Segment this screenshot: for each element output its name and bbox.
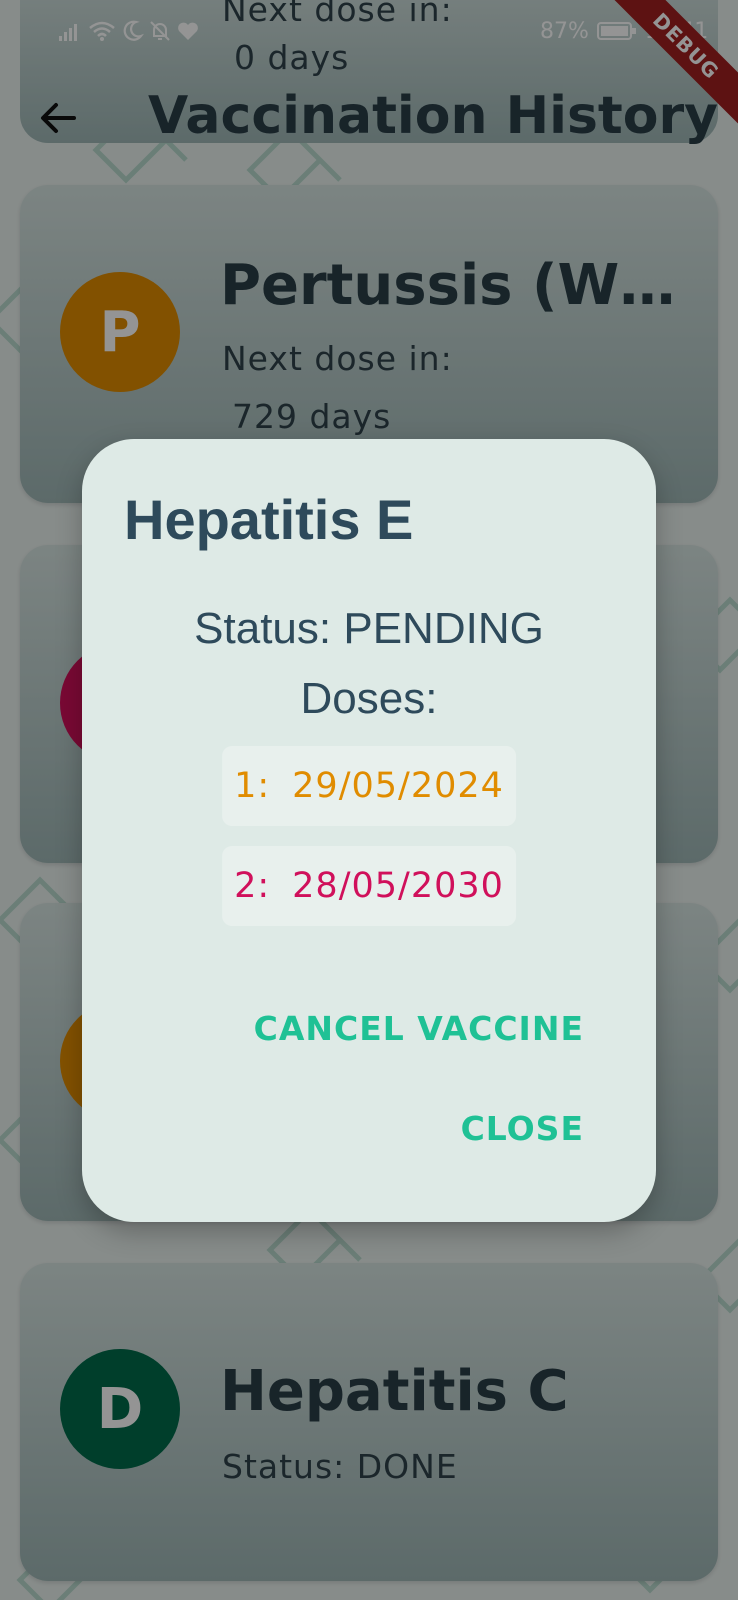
- vaccine-detail-dialog: Hepatitis E Status: PENDING Doses: 1: 29…: [82, 439, 656, 1222]
- dose-row: 1: 29/05/2024: [222, 746, 516, 826]
- cancel-vaccine-button[interactable]: CANCEL VACCINE: [254, 1009, 584, 1048]
- doses-label: Doses:: [300, 674, 438, 723]
- dose-date: 29/05/2024: [292, 766, 504, 806]
- dose-date: 28/05/2030: [292, 866, 504, 906]
- dose-number: 2:: [234, 866, 271, 906]
- dialog-status: Status: PENDING: [194, 604, 544, 653]
- screen: Next dose in: 0 days Vaccination History…: [0, 0, 738, 1600]
- close-button[interactable]: CLOSE: [461, 1109, 584, 1148]
- dose-number: 1:: [234, 766, 271, 806]
- dose-row: 2: 28/05/2030: [222, 846, 516, 926]
- dialog-title: Hepatitis E: [124, 488, 414, 551]
